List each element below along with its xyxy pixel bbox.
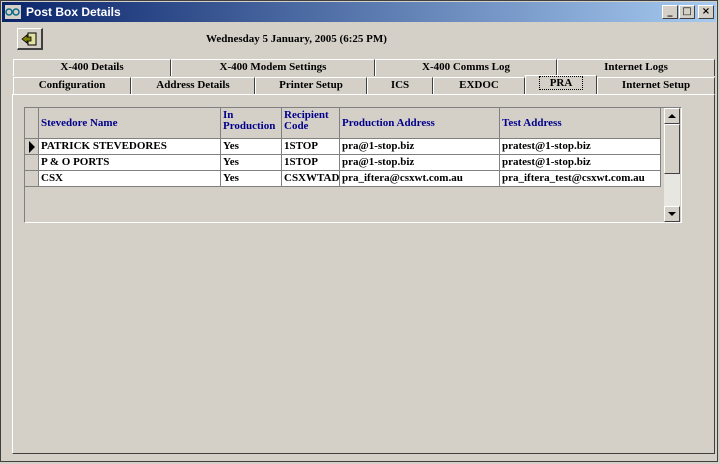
header-in-production[interactable]: In Production (221, 108, 282, 139)
app-icon (5, 5, 21, 19)
tab-internet-setup[interactable]: Internet Setup (597, 77, 715, 94)
window-title: Post Box Details (26, 5, 121, 19)
cell-production-address[interactable]: pra@1-stop.biz (340, 139, 500, 155)
header-recipient-code[interactable]: Recipient Code (282, 108, 340, 139)
header-production-address[interactable]: Production Address (340, 108, 500, 139)
tab-pra-label: PRA (538, 76, 584, 90)
cell-stevedore-name[interactable]: PATRICK STEVEDORES (39, 139, 221, 155)
exit-icon (21, 32, 37, 46)
title-bar[interactable]: Post Box Details _ □ × (2, 2, 716, 22)
cell-stevedore-name[interactable]: P & O PORTS (39, 155, 221, 171)
row-indicator (25, 171, 39, 187)
exit-button[interactable] (17, 28, 43, 50)
current-row-arrow-icon (29, 141, 35, 153)
minimize-button[interactable]: _ (662, 5, 678, 19)
cell-production-address[interactable]: pra_iftera@csxwt.com.au (340, 171, 500, 187)
cell-production-address[interactable]: pra@1-stop.biz (340, 155, 500, 171)
tab-x400-modem-settings[interactable]: X-400 Modem Settings (171, 59, 375, 76)
arrow-down-icon (668, 212, 676, 216)
tab-configuration[interactable]: Configuration (13, 77, 131, 94)
arrow-up-icon (668, 114, 676, 118)
table-row[interactable]: PATRICK STEVEDORES Yes 1STOP pra@1-stop.… (25, 139, 661, 155)
datetime-label: Wednesday 5 January, 2005 (6:25 PM) (206, 33, 387, 45)
table-row[interactable]: CSX Yes CSXWTAD pra_iftera@csxwt.com.au … (25, 171, 661, 187)
scroll-down-button[interactable] (664, 206, 680, 222)
cell-stevedore-name[interactable]: CSX (39, 171, 221, 187)
cell-test-address[interactable]: pra_iftera_test@csxwt.com.au (500, 171, 661, 187)
vertical-scrollbar[interactable] (664, 108, 680, 222)
stevedore-grid[interactable]: Stevedore Name In Production Recipient C… (24, 107, 682, 223)
maximize-button[interactable]: □ (679, 5, 695, 19)
row-indicator (25, 155, 39, 171)
tab-exdoc[interactable]: EXDOC (433, 77, 525, 94)
scroll-up-button[interactable] (664, 108, 680, 124)
grid-corner (25, 108, 39, 139)
header-test-address[interactable]: Test Address (500, 108, 661, 139)
scroll-thumb[interactable] (664, 124, 680, 174)
cell-test-address[interactable]: pratest@1-stop.biz (500, 155, 661, 171)
cell-test-address[interactable]: pratest@1-stop.biz (500, 139, 661, 155)
cell-in-production[interactable]: Yes (221, 171, 282, 187)
header-stevedore-name[interactable]: Stevedore Name (39, 108, 221, 139)
tab-internet-logs[interactable]: Internet Logs (557, 59, 715, 76)
tab-address-details[interactable]: Address Details (131, 77, 255, 94)
table-row[interactable]: P & O PORTS Yes 1STOP pra@1-stop.biz pra… (25, 155, 661, 171)
cell-recipient-code[interactable]: 1STOP (282, 139, 340, 155)
tab-printer-setup[interactable]: Printer Setup (255, 77, 367, 94)
tab-pra[interactable]: PRA (525, 75, 597, 95)
post-box-details-window: Post Box Details _ □ × Wednesday 5 Janua… (0, 0, 718, 462)
tab-x400-details[interactable]: X-400 Details (13, 59, 171, 76)
row-indicator (25, 139, 39, 155)
close-button[interactable]: × (698, 5, 714, 19)
tab-x400-comms-log[interactable]: X-400 Comms Log (375, 59, 557, 76)
cell-recipient-code[interactable]: 1STOP (282, 155, 340, 171)
cell-in-production[interactable]: Yes (221, 139, 282, 155)
cell-recipient-code[interactable]: CSXWTAD (282, 171, 340, 187)
cell-in-production[interactable]: Yes (221, 155, 282, 171)
tab-ics[interactable]: ICS (367, 77, 433, 94)
